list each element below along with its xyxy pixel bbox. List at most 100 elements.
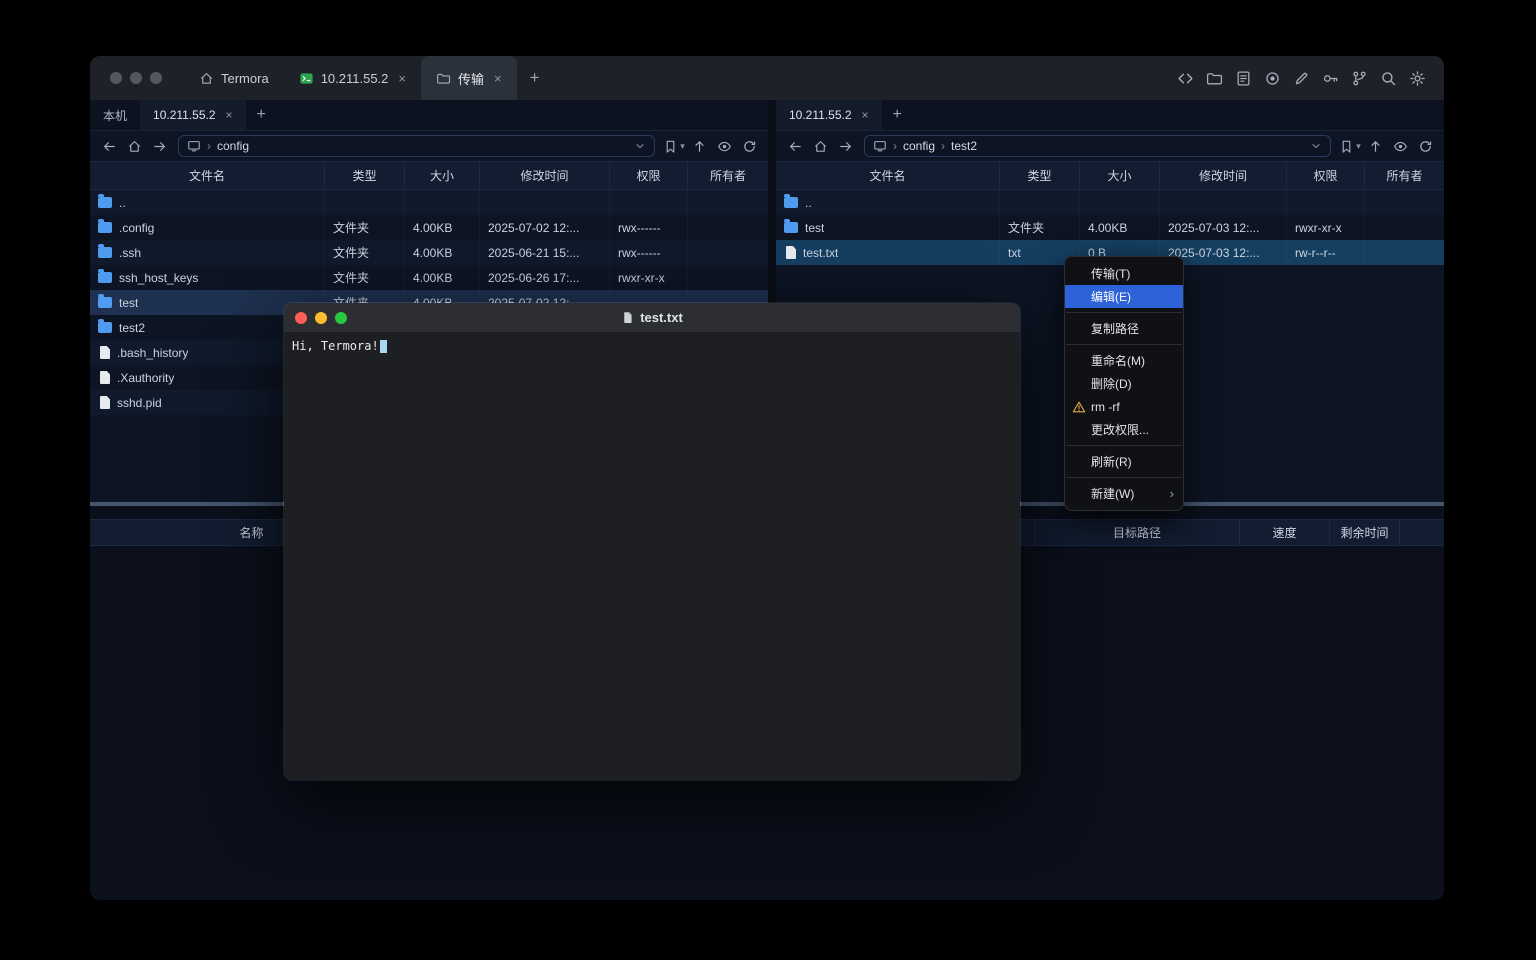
folder-icon[interactable] [1206, 70, 1223, 87]
gear-icon[interactable] [1409, 70, 1426, 87]
column-header-size[interactable]: 大小 [405, 162, 480, 189]
tab-label: 传输 [458, 69, 484, 88]
close-tab-icon[interactable]: × [494, 71, 502, 86]
menu-item-copy-path[interactable]: 复制路径 [1065, 317, 1183, 340]
file-table-header: 文件名 类型 大小 修改时间 权限 所有者 [90, 161, 768, 190]
minimize-window-button[interactable] [130, 72, 142, 84]
window-controls [90, 56, 184, 100]
tab-remote-host[interactable]: 10.211.55.2 × [140, 100, 246, 130]
menu-item-refresh[interactable]: 刷新(R) [1065, 450, 1183, 473]
breadcrumb-segment[interactable]: config [903, 139, 935, 153]
forward-button[interactable] [147, 135, 171, 157]
code-icon[interactable] [1177, 70, 1194, 87]
tab-remote-host[interactable]: 10.211.55.2 × [776, 100, 882, 130]
right-panel-tabs: 10.211.55.2 × + [776, 100, 1444, 131]
queue-column-speed[interactable]: 速度 [1240, 520, 1330, 545]
column-header-modified[interactable]: 修改时间 [1160, 162, 1287, 189]
zoom-window-button[interactable] [150, 72, 162, 84]
file-row[interactable]: .config 文件夹 4.00KB 2025-07-02 12:... rwx… [90, 215, 768, 240]
file-row[interactable]: .ssh 文件夹 4.00KB 2025-06-21 15:... rwx---… [90, 240, 768, 265]
tab-host-session[interactable]: 10.211.55.2 × [284, 56, 421, 100]
document-icon [621, 311, 634, 324]
parent-directory-button[interactable] [1363, 135, 1387, 157]
chevron-down-icon[interactable] [634, 140, 646, 152]
new-tab-button[interactable]: + [517, 56, 553, 100]
column-header-owner[interactable]: 所有者 [1365, 162, 1444, 189]
queue-column-target-path[interactable]: 目标路径 [1035, 520, 1240, 545]
close-tab-icon[interactable]: × [226, 108, 233, 122]
queue-column-filler [1400, 520, 1444, 545]
column-header-type[interactable]: 类型 [1000, 162, 1080, 189]
breadcrumb-segment[interactable]: config [217, 139, 249, 153]
back-button[interactable] [97, 135, 121, 157]
editor-titlebar[interactable]: test.txt [284, 303, 1020, 332]
column-header-permissions[interactable]: 权限 [1287, 162, 1365, 189]
editor-filename: test.txt [640, 310, 683, 325]
close-window-button[interactable] [295, 312, 307, 324]
pencil-icon[interactable] [1293, 70, 1310, 87]
terminal-icon [299, 71, 314, 86]
file-row[interactable]: test 文件夹 4.00KB 2025-07-03 12:... rwxr-x… [776, 215, 1444, 240]
cell-filename: test [776, 215, 1000, 240]
tab-termora[interactable]: Termora [184, 56, 284, 100]
file-row[interactable]: .. [776, 190, 1444, 215]
minimize-window-button[interactable] [315, 312, 327, 324]
branch-icon[interactable] [1351, 70, 1368, 87]
log-icon[interactable] [1235, 70, 1252, 87]
menu-item-transfer[interactable]: 传输(T) [1065, 262, 1183, 285]
refresh-button[interactable] [737, 135, 761, 157]
queue-column-eta[interactable]: 剩余时间 [1330, 520, 1400, 545]
close-tab-icon[interactable]: × [862, 108, 869, 122]
parent-directory-button[interactable] [687, 135, 711, 157]
key-icon[interactable] [1322, 70, 1339, 87]
menu-item-rename[interactable]: 重命名(M) [1065, 349, 1183, 372]
bookmark-button[interactable]: ▾ [1338, 135, 1362, 157]
column-header-filename[interactable]: 文件名 [776, 162, 1000, 189]
bookmark-dropdown-icon[interactable]: ▾ [680, 141, 685, 152]
tab-label: 10.211.55.2 [153, 108, 216, 122]
home-button[interactable] [808, 135, 832, 157]
menu-item-delete[interactable]: 删除(D) [1065, 372, 1183, 395]
tab-transfer[interactable]: 传输 × [421, 56, 517, 100]
breadcrumb-separator: › [941, 139, 945, 153]
new-panel-tab-button[interactable]: + [246, 100, 277, 130]
bookmark-dropdown-icon[interactable]: ▾ [1356, 141, 1361, 152]
column-header-owner[interactable]: 所有者 [688, 162, 768, 189]
search-icon[interactable] [1380, 70, 1397, 87]
zoom-window-button[interactable] [335, 312, 347, 324]
cell-permissions [1287, 190, 1365, 215]
menu-item-edit[interactable]: 编辑(E) [1065, 285, 1183, 308]
file-row[interactable]: ssh_host_keys 文件夹 4.00KB 2025-06-26 17:.… [90, 265, 768, 290]
chevron-down-icon[interactable] [1310, 140, 1322, 152]
close-tab-icon[interactable]: × [398, 71, 406, 86]
column-header-size[interactable]: 大小 [1080, 162, 1160, 189]
show-hidden-files-button[interactable] [712, 135, 736, 157]
menu-item-new[interactable]: 新建(W)› [1065, 482, 1183, 505]
menu-item-change-permissions[interactable]: 更改权限... [1065, 418, 1183, 441]
path-bar[interactable]: › config [178, 135, 655, 157]
column-header-filename[interactable]: 文件名 [90, 162, 325, 189]
new-panel-tab-button[interactable]: + [882, 100, 913, 130]
home-button[interactable] [122, 135, 146, 157]
bookmark-button[interactable]: ▾ [662, 135, 686, 157]
close-window-button[interactable] [110, 72, 122, 84]
editor-content[interactable]: Hi, Termora! [284, 332, 1020, 780]
breadcrumb-segment[interactable]: test2 [951, 139, 977, 153]
menu-item-rm-rf[interactable]: rm -rf [1065, 395, 1183, 418]
left-panel-toolbar: › config ▾ [90, 131, 768, 161]
column-header-permissions[interactable]: 权限 [610, 162, 688, 189]
column-header-type[interactable]: 类型 [325, 162, 405, 189]
home-icon [199, 71, 214, 86]
cell-filename: ssh_host_keys [90, 265, 325, 290]
forward-button[interactable] [833, 135, 857, 157]
show-hidden-files-button[interactable] [1388, 135, 1412, 157]
path-bar[interactable]: › config › test2 [864, 135, 1331, 157]
record-icon[interactable] [1264, 70, 1281, 87]
file-row[interactable]: .. [90, 190, 768, 215]
cell-filename: .. [90, 190, 325, 215]
refresh-button[interactable] [1413, 135, 1437, 157]
cell-modified: 2025-07-03 12:... [1160, 215, 1287, 240]
column-header-modified[interactable]: 修改时间 [480, 162, 610, 189]
tab-local[interactable]: 本机 [90, 100, 140, 130]
back-button[interactable] [783, 135, 807, 157]
